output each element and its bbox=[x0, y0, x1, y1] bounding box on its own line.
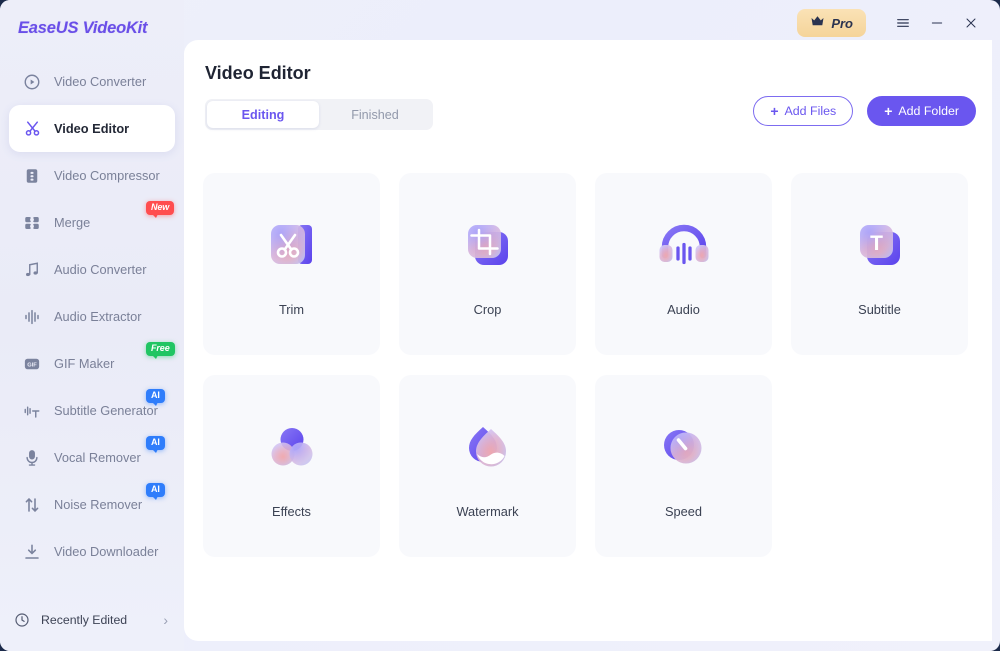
scissors-tool-icon bbox=[259, 212, 325, 278]
action-buttons: + Add Files + Add Folder bbox=[753, 96, 976, 126]
sidebar-item-label: GIF Maker bbox=[54, 356, 115, 371]
page-title: Video Editor bbox=[205, 63, 311, 83]
tool-card-crop[interactable]: Crop bbox=[399, 173, 576, 355]
subtitle-wave-icon bbox=[22, 401, 42, 421]
sidebar-item-video-converter[interactable]: Video Converter bbox=[9, 58, 175, 105]
tool-card-label: Trim bbox=[278, 301, 305, 317]
sidebar-item-video-editor[interactable]: Video Editor bbox=[9, 105, 175, 152]
editing-finished-tabs: Editing Finished bbox=[205, 99, 433, 130]
sidebar-item-label: Video Editor bbox=[54, 121, 130, 136]
sidebar-item-noise-remover[interactable]: Noise Remover AI bbox=[9, 481, 175, 528]
tool-card-label: Effects bbox=[272, 503, 311, 519]
sidebar-item-video-compressor[interactable]: Video Compressor bbox=[9, 152, 175, 199]
tool-card-trim[interactable]: Trim bbox=[203, 173, 380, 355]
chevron-right-icon: › bbox=[163, 612, 168, 628]
badge-label: AI bbox=[151, 390, 160, 400]
plus-icon: + bbox=[884, 102, 893, 119]
badge-label: AI bbox=[151, 437, 160, 447]
badge-ai: AI bbox=[146, 389, 165, 406]
subtitle-t-tool-icon: T bbox=[847, 212, 913, 278]
badge-label: Free bbox=[151, 343, 170, 353]
window-titlebar: Pro bbox=[797, 7, 986, 39]
main-panel: Video Editor Editing Finished + Add Files +… bbox=[184, 40, 992, 641]
tool-card-subtitle[interactable]: T Subtitle bbox=[791, 173, 968, 355]
pro-label: Pro bbox=[831, 15, 853, 31]
sidebar-item-label: Subtitle Generator bbox=[54, 403, 158, 418]
badge-label: AI bbox=[151, 484, 160, 494]
recently-edited-label: Recently Edited bbox=[41, 613, 128, 627]
arrows-updown-icon bbox=[22, 495, 42, 515]
sidebar-item-label: Video Downloader bbox=[54, 544, 159, 559]
tool-card-audio[interactable]: Audio bbox=[595, 173, 772, 355]
button-label: Add Folder bbox=[898, 104, 959, 118]
app-logo: EaseUS VideoKit bbox=[18, 19, 148, 37]
tool-card-effects[interactable]: Effects bbox=[203, 375, 380, 557]
watermark-droplet-tool-icon bbox=[455, 414, 521, 480]
tool-card-speed[interactable]: Speed bbox=[595, 375, 772, 557]
tool-card-label: Audio bbox=[667, 301, 700, 317]
effects-circles-tool-icon bbox=[259, 414, 325, 480]
plus-icon: + bbox=[770, 102, 779, 119]
sidebar-nav: Video Converter Video Editor Video Compres… bbox=[0, 58, 184, 575]
app-window: EaseUS VideoKit Video Converter Video Edi… bbox=[0, 0, 1000, 651]
tool-card-label: Watermark bbox=[456, 503, 519, 519]
tool-card-label: Crop bbox=[473, 301, 502, 317]
svg-text:GIF: GIF bbox=[27, 362, 37, 368]
add-folder-button[interactable]: + Add Folder bbox=[867, 96, 976, 126]
badge-new: New bbox=[146, 201, 175, 218]
sidebar-item-vocal-remover[interactable]: Vocal Remover AI bbox=[9, 434, 175, 481]
badge-label: New bbox=[151, 202, 170, 212]
add-files-button[interactable]: + Add Files bbox=[753, 96, 854, 126]
sidebar-item-audio-converter[interactable]: Audio Converter bbox=[9, 246, 175, 293]
download-icon bbox=[22, 542, 42, 562]
merge-grid-icon bbox=[22, 213, 42, 233]
close-icon[interactable] bbox=[956, 8, 986, 38]
crown-icon bbox=[810, 14, 825, 32]
tool-card-watermark[interactable]: Watermark bbox=[399, 375, 576, 557]
minimize-icon[interactable] bbox=[922, 8, 952, 38]
pro-upgrade-button[interactable]: Pro bbox=[797, 9, 866, 37]
waveform-icon bbox=[22, 307, 42, 327]
sidebar-item-label: Audio Extractor bbox=[54, 309, 142, 324]
button-label: Add Files bbox=[784, 104, 837, 118]
compress-icon bbox=[22, 166, 42, 186]
tool-card-label: Speed bbox=[664, 503, 702, 519]
badge-free: Free bbox=[146, 342, 175, 359]
sidebar-item-label: Video Converter bbox=[54, 74, 147, 89]
crop-tool-icon bbox=[455, 212, 521, 278]
sidebar-item-gif-maker[interactable]: GIF GIF Maker Free bbox=[9, 340, 175, 387]
sidebar-item-label: Merge bbox=[54, 215, 91, 230]
gif-icon: GIF bbox=[22, 354, 42, 374]
sidebar: EaseUS VideoKit Video Converter Video Edi… bbox=[0, 0, 184, 651]
scissors-icon bbox=[22, 119, 42, 139]
sidebar-item-label: Video Compressor bbox=[54, 168, 160, 183]
hamburger-menu-icon[interactable] bbox=[888, 8, 918, 38]
sidebar-item-recently-edited[interactable]: Recently Edited › bbox=[0, 589, 184, 651]
badge-ai: AI bbox=[146, 436, 165, 453]
clock-icon bbox=[13, 611, 31, 629]
tool-card-label: Subtitle bbox=[858, 301, 901, 317]
microphone-icon bbox=[22, 448, 42, 468]
badge-ai: AI bbox=[146, 483, 165, 500]
svg-text:T: T bbox=[870, 232, 883, 255]
tab-finished[interactable]: Finished bbox=[319, 101, 431, 128]
sidebar-item-label: Vocal Remover bbox=[54, 450, 141, 465]
tool-card-grid: Trim Crop Audio T Subtitle Effects Water… bbox=[203, 173, 973, 557]
sidebar-item-merge[interactable]: Merge New bbox=[9, 199, 175, 246]
music-note-icon bbox=[22, 260, 42, 280]
speed-dial-tool-icon bbox=[651, 414, 717, 480]
sidebar-item-label: Noise Remover bbox=[54, 497, 143, 512]
sidebar-item-audio-extractor[interactable]: Audio Extractor bbox=[9, 293, 175, 340]
play-circle-icon bbox=[22, 72, 42, 92]
headphones-tool-icon bbox=[651, 212, 717, 278]
sidebar-item-video-downloader[interactable]: Video Downloader bbox=[9, 528, 175, 575]
sidebar-item-subtitle-generator[interactable]: Subtitle Generator AI bbox=[9, 387, 175, 434]
tab-editing[interactable]: Editing bbox=[207, 101, 319, 128]
sidebar-item-label: Audio Converter bbox=[54, 262, 147, 277]
